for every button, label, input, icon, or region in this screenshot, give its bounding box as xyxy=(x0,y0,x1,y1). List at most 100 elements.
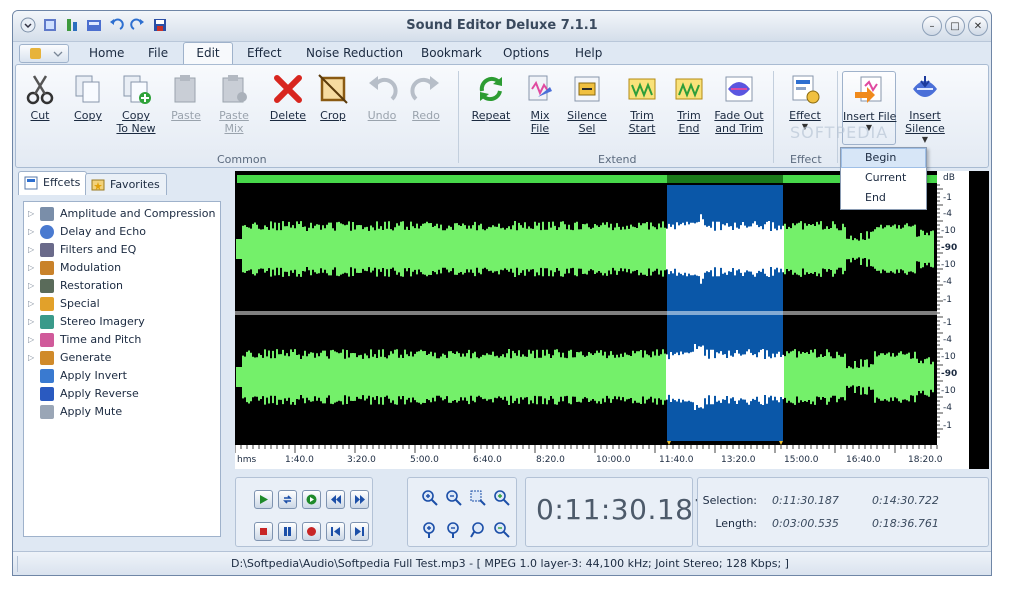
expand-arrow-icon[interactable]: ▷ xyxy=(28,277,38,295)
tab-effects[interactable]: Effcets xyxy=(18,171,88,195)
go-to-start-button[interactable] xyxy=(326,522,345,541)
effects-sidebar: Effcets Favorites ▷ Amplitude and Compres… xyxy=(15,171,225,549)
zoom-full-button[interactable] xyxy=(492,488,512,508)
zoom-vertical-fit-button[interactable] xyxy=(468,520,488,540)
copy-button[interactable]: Copy xyxy=(68,73,108,122)
menu-options[interactable]: Options xyxy=(497,42,555,64)
db-tick: -10 xyxy=(941,226,956,236)
play-icon xyxy=(260,495,268,504)
tree-item-modulation[interactable]: ▷ Modulation xyxy=(28,259,121,277)
tab-favorites[interactable]: Favorites xyxy=(85,173,167,195)
waveform-view[interactable]: dB -1 -4 -10 -90 -10 -4 -1 -1 -4 -10 -90… xyxy=(235,171,989,469)
expand-arrow-icon[interactable]: ▷ xyxy=(28,349,38,367)
timeline-label: 11:40.0 xyxy=(659,455,694,465)
play-selection-button[interactable] xyxy=(302,490,321,509)
zoom-in-vertical-icon xyxy=(423,522,435,538)
menu-edit[interactable]: Edit xyxy=(183,42,233,65)
reverse-icon xyxy=(40,387,54,401)
menu-bookmark[interactable]: Bookmark xyxy=(415,42,488,64)
tree-item-time-and-pitch[interactable]: ▷ Time and Pitch xyxy=(28,331,141,349)
zoom-in-vertical-button[interactable] xyxy=(420,520,440,540)
maximize-icon[interactable]: □ xyxy=(945,16,965,36)
tree-item-special[interactable]: ▷ Special xyxy=(28,295,100,313)
ribbon-separator xyxy=(837,71,838,163)
delete-button[interactable]: Delete xyxy=(267,73,309,122)
trim-start-button[interactable]: Trim Start xyxy=(622,73,662,135)
tree-item-generate[interactable]: ▷ Generate xyxy=(28,349,111,367)
go-to-end-button[interactable] xyxy=(350,522,369,541)
zoom-out-horizontal-button[interactable] xyxy=(444,488,464,508)
tree-item-delay-and-echo[interactable]: ▷ Delay and Echo xyxy=(28,223,146,241)
undo-button[interactable]: Undo xyxy=(362,73,402,122)
expand-arrow-icon[interactable]: ▷ xyxy=(28,241,38,259)
window-title: Sound Editor Deluxe 7.1.1 xyxy=(406,18,598,33)
skip-end-icon xyxy=(355,527,364,536)
expand-arrow-icon[interactable]: ▷ xyxy=(28,295,38,313)
zoom-in-horizontal-button[interactable] xyxy=(420,488,440,508)
expand-arrow-icon[interactable]: ▷ xyxy=(28,313,38,331)
app-menu-button[interactable] xyxy=(19,44,69,63)
overview-bar[interactable] xyxy=(237,175,937,183)
loop-button[interactable] xyxy=(278,490,297,509)
trim-start-icon xyxy=(628,78,656,100)
tree-item-filters-and-eq[interactable]: ▷ Filters and EQ xyxy=(28,241,136,259)
repeat-button[interactable]: Repeat xyxy=(471,73,511,122)
waveform-canvas[interactable] xyxy=(235,171,989,469)
record-button[interactable] xyxy=(302,522,321,541)
trim-end-button[interactable]: Trim End xyxy=(669,73,709,135)
minimize-icon[interactable]: – xyxy=(922,16,942,36)
close-icon[interactable]: ✕ xyxy=(968,16,988,36)
rewind-button[interactable] xyxy=(326,490,345,509)
menu-home[interactable]: Home xyxy=(83,42,130,64)
waveform-trace xyxy=(236,221,934,277)
paste-icon xyxy=(174,75,196,103)
zoom-out-vertical-button[interactable] xyxy=(444,520,464,540)
silence-sel-button[interactable]: Silence Sel xyxy=(565,73,609,135)
redo-large-icon xyxy=(410,76,439,101)
insert-current-item[interactable]: Current xyxy=(841,168,926,188)
redo-button[interactable]: Redo xyxy=(406,73,446,122)
timeline-label: 3:20.0 xyxy=(347,455,376,465)
timeline-label: 16:40.0 xyxy=(846,455,881,465)
fast-forward-button[interactable] xyxy=(350,490,369,509)
tree-item-apply-reverse[interactable]: Apply Reverse xyxy=(28,385,139,403)
fade-out-and-trim-button[interactable]: Fade Out and Trim xyxy=(713,73,765,135)
menu-noise-reduction[interactable]: Noise Reduction xyxy=(300,42,409,64)
timeline-ruler[interactable]: hms 1:40.0 3:20.0 5:00.0 6:40.0 8:20.0 1… xyxy=(235,445,943,469)
pause-button[interactable] xyxy=(278,522,297,541)
insert-end-item[interactable]: End xyxy=(841,188,926,208)
tree-item-apply-mute[interactable]: Apply Mute xyxy=(28,403,122,421)
play-button[interactable] xyxy=(254,490,273,509)
zoom-selection-button[interactable] xyxy=(468,488,488,508)
tree-item-restoration[interactable]: ▷ Restoration xyxy=(28,277,123,295)
invert-icon xyxy=(40,369,54,383)
menu-help[interactable]: Help xyxy=(569,42,608,64)
copy-to-new-button[interactable]: Copy To New xyxy=(114,73,158,135)
menu-file[interactable]: File xyxy=(142,42,174,64)
zoom-reset-button[interactable] xyxy=(492,520,512,540)
paste-mix-button[interactable]: Paste Mix xyxy=(212,73,256,135)
zoom-fit-icon xyxy=(470,522,484,538)
expand-arrow-icon[interactable]: ▷ xyxy=(28,259,38,277)
crop-button[interactable]: Crop xyxy=(313,73,353,122)
expand-arrow-icon[interactable]: ▷ xyxy=(28,331,38,349)
selection-region[interactable] xyxy=(667,185,783,441)
expand-arrow-icon[interactable]: ▷ xyxy=(28,205,38,223)
zoom-full-icon xyxy=(494,490,510,506)
db-label: dB xyxy=(943,173,955,183)
tree-item-apply-invert[interactable]: Apply Invert xyxy=(28,367,127,385)
paste-button[interactable]: Paste xyxy=(166,73,206,122)
stop-button[interactable] xyxy=(254,522,273,541)
mix-file-button[interactable]: Mix File xyxy=(520,73,560,135)
insert-file-menu: Begin Current End xyxy=(840,147,927,210)
db-tick: -10 xyxy=(941,386,956,396)
insert-file-icon xyxy=(855,76,882,103)
menu-effect[interactable]: Effect xyxy=(241,42,288,64)
paste-mix-icon xyxy=(222,75,247,103)
tree-item-stereo-imagery[interactable]: ▷ Stereo Imagery xyxy=(28,313,145,331)
expand-arrow-icon[interactable]: ▷ xyxy=(28,223,38,241)
insert-begin-item[interactable]: Begin xyxy=(841,148,926,168)
tree-item-amplitude-and-compression[interactable]: ▷ Amplitude and Compression xyxy=(28,205,215,223)
cut-button[interactable]: Cut xyxy=(20,73,60,122)
insert-silence-button[interactable]: Insert Silence ▼ xyxy=(902,73,948,144)
